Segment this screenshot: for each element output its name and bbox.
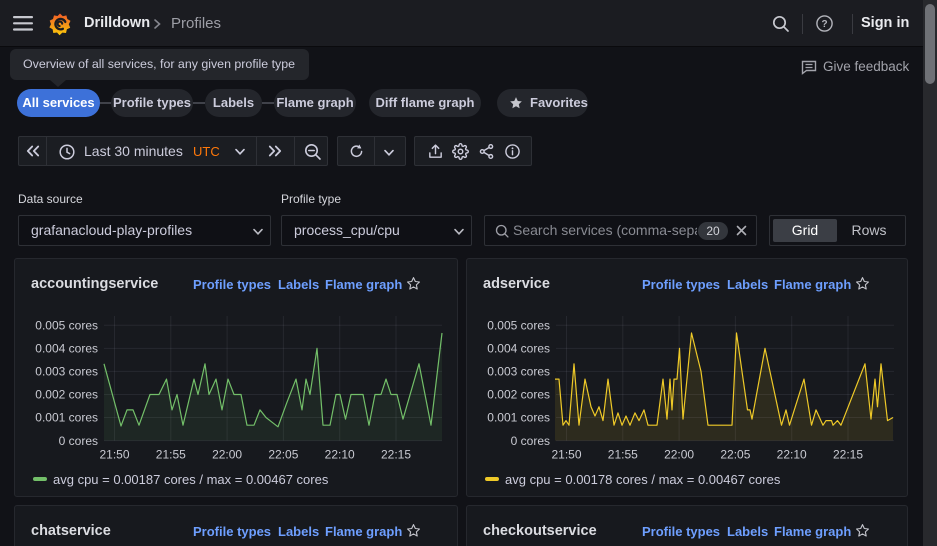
svg-text:21:55: 21:55 [608,448,638,462]
svg-text:?: ? [821,19,827,30]
svg-text:22:05: 22:05 [720,448,750,462]
svg-text:21:55: 21:55 [156,448,186,462]
svg-text:0.005 cores: 0.005 cores [487,319,550,333]
svg-text:0.003 cores: 0.003 cores [35,365,98,379]
svg-text:0 cores: 0 cores [59,434,98,448]
svg-text:22:00: 22:00 [212,448,242,462]
svg-text:0.002 cores: 0.002 cores [487,388,550,402]
svg-text:22:10: 22:10 [777,448,807,462]
svg-text:0.003 cores: 0.003 cores [487,365,550,379]
svg-text:21:50: 21:50 [99,448,129,462]
svg-text:0.001 cores: 0.001 cores [35,411,98,425]
svg-text:22:10: 22:10 [325,448,355,462]
svg-text:0 cores: 0 cores [511,434,550,448]
svg-text:0.005 cores: 0.005 cores [35,319,98,333]
svg-text:22:15: 22:15 [833,448,863,462]
svg-text:0.001 cores: 0.001 cores [487,411,550,425]
svg-text:0.002 cores: 0.002 cores [35,388,98,402]
svg-text:0.004 cores: 0.004 cores [487,342,550,356]
svg-text:21:50: 21:50 [551,448,581,462]
svg-text:22:00: 22:00 [664,448,694,462]
svg-text:0.004 cores: 0.004 cores [35,342,98,356]
svg-text:22:15: 22:15 [381,448,411,462]
svg-text:22:05: 22:05 [268,448,298,462]
